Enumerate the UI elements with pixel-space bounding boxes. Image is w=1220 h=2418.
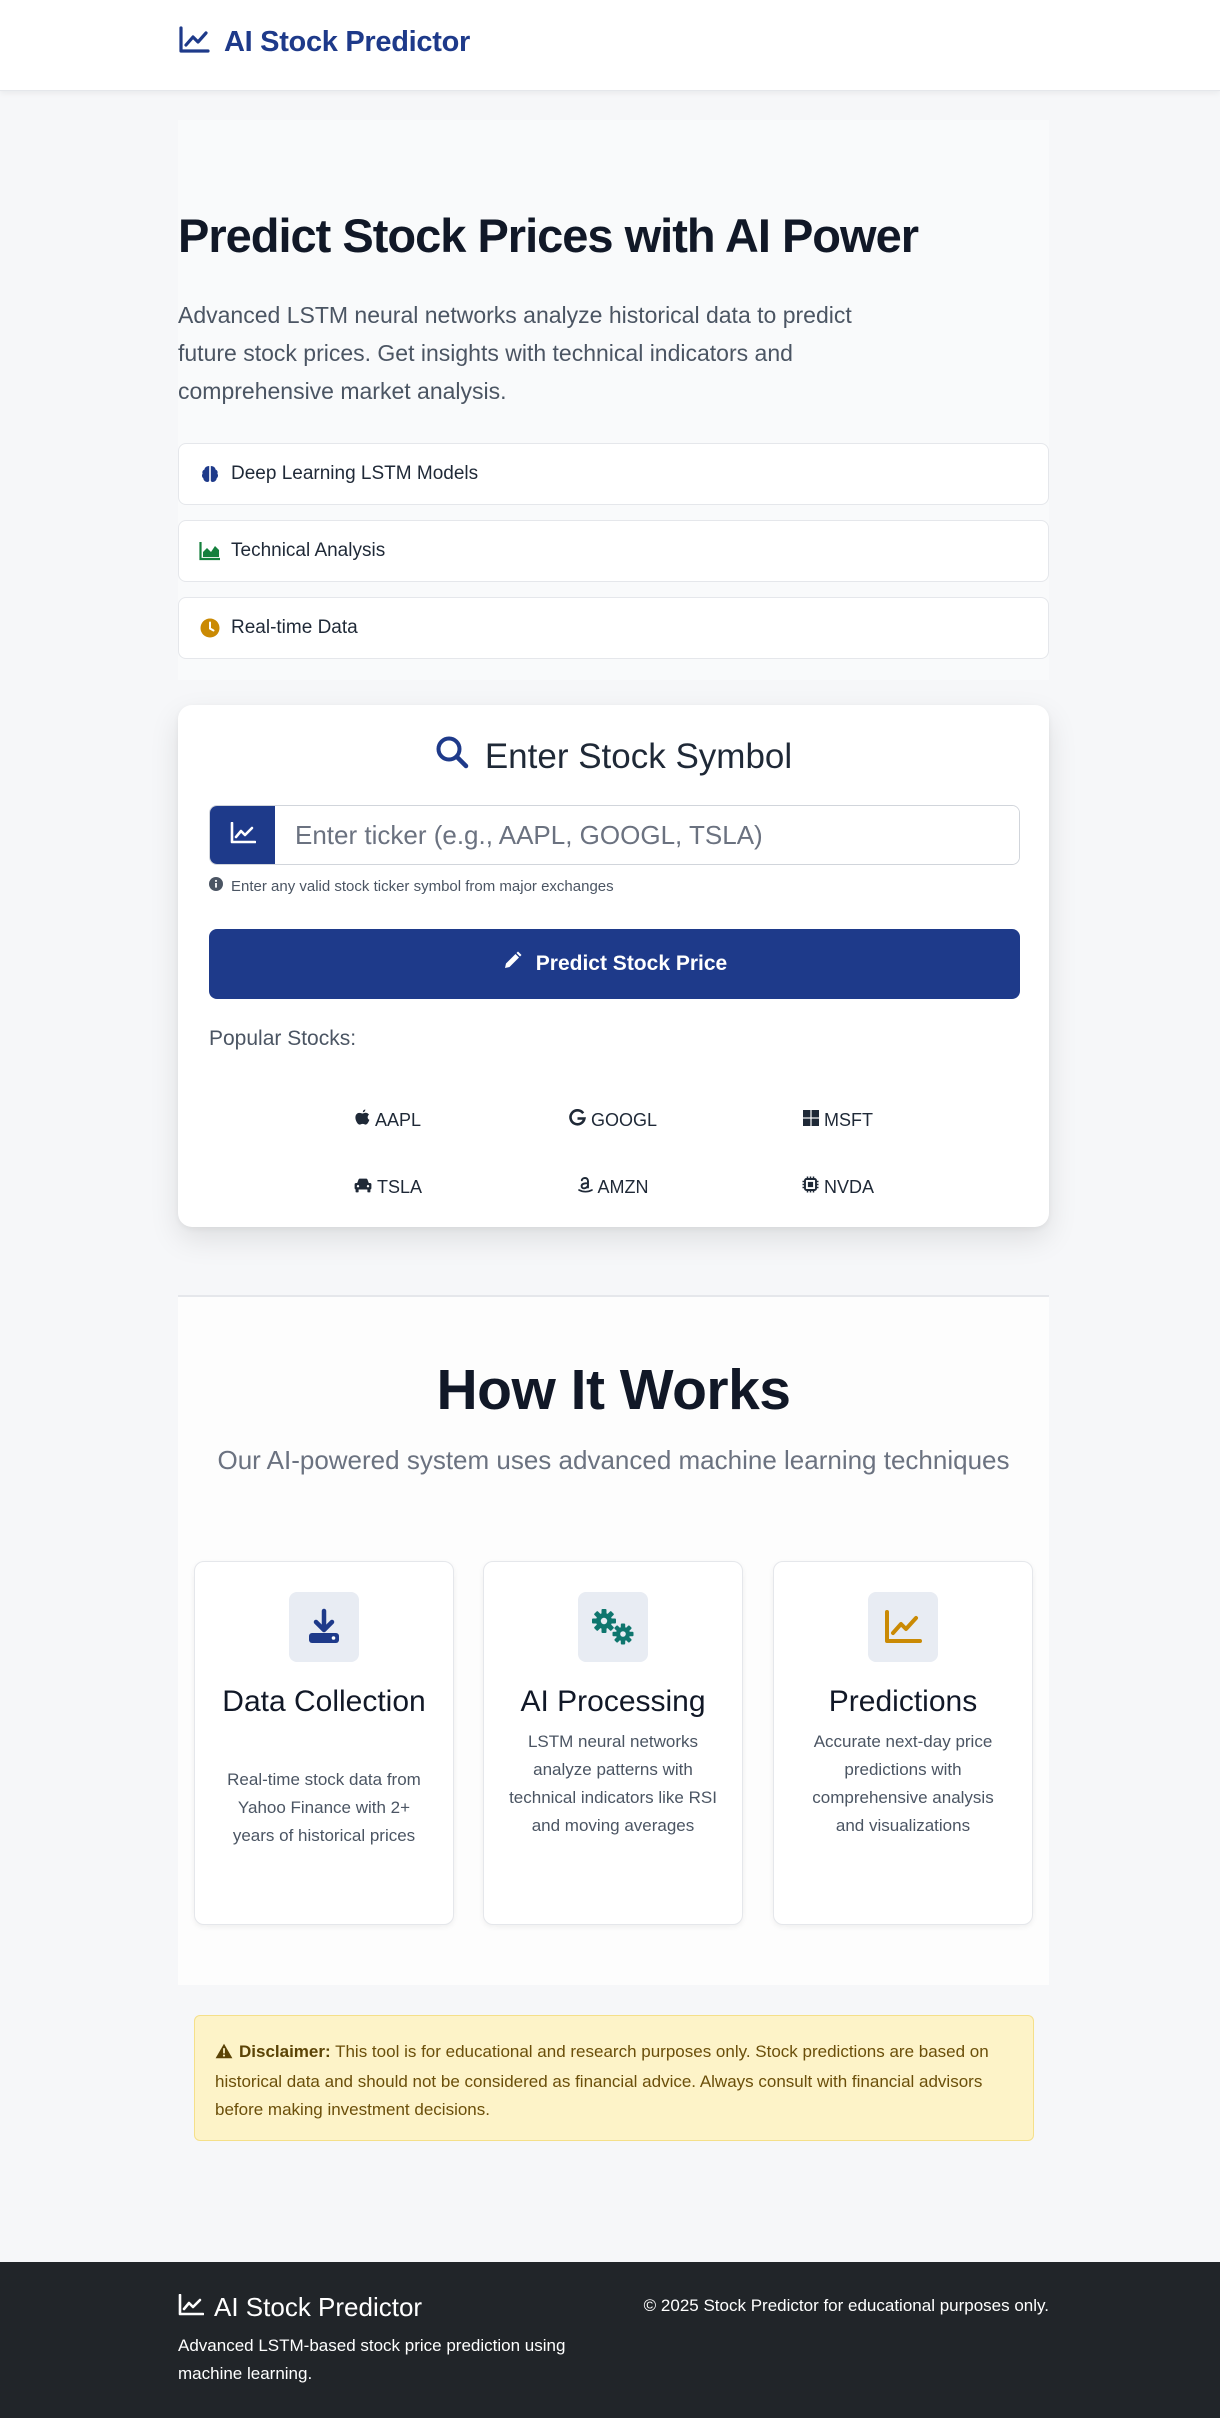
chart-line-icon [178,26,210,59]
hero-description: Advanced LSTM neural networks analyze hi… [178,302,852,404]
step-title: Data Collection [222,1685,426,1718]
step-description: Real-time stock data from Yahoo Finance … [227,1770,421,1845]
stock-symbol: NVDA [823,1176,874,1197]
popular-stock-amzn[interactable]: AMZN [513,1167,713,1207]
feature-realtime-data: Real-time Data [178,597,1049,659]
search-card: Enter Stock Symbol Enter any valid stock… [178,705,1049,1227]
popular-stock-googl[interactable]: GOOGL [513,1100,713,1140]
ticker-input[interactable] [275,806,1019,864]
microchip-icon [802,1176,819,1198]
how-it-works-title: How It Works [436,1358,791,1422]
popular-stock-msft[interactable]: MSFT [738,1100,938,1140]
stock-symbol: AMZN [597,1176,649,1197]
chart-line-icon [868,1592,938,1662]
car-icon [354,1177,372,1198]
footer-copyright: © 2025 Stock Predictor for educational p… [643,2296,1049,2315]
download-icon [289,1592,359,1662]
step-card-ai-processing: AI Processing LSTM neural networks analy… [483,1561,743,1925]
feature-lstm: Deep Learning LSTM Models [178,443,1049,505]
feature-label: Real-time Data [231,617,358,638]
search-icon [435,735,469,778]
stock-symbol: TSLA [376,1176,423,1197]
warning-icon [215,2040,233,2068]
ticker-input-group [209,805,1020,865]
chart-line-icon [178,2292,205,2323]
feature-technical-analysis: Technical Analysis [178,520,1049,582]
footer-brand: AI Stock Predictor [178,2292,422,2323]
chart-area-icon [199,540,221,562]
windows-icon [803,1109,819,1131]
how-it-works-section: How It Works Our AI-powered system uses … [178,1297,1049,1985]
popular-stocks-label: Popular Stocks: [209,1027,357,1050]
chart-line-icon [230,821,256,849]
google-icon [569,1108,586,1131]
navbar-brand[interactable]: AI Stock Predictor [178,26,470,59]
gears-icon [578,1592,648,1662]
ticker-prefix [210,806,275,864]
step-title: Predictions [828,1685,978,1718]
footer-description: Advanced LSTM-based stock price predicti… [178,2336,566,2383]
amazon-icon [577,1176,593,1198]
predict-button[interactable]: Predict Stock Price [209,929,1020,999]
feature-label: Technical Analysis [231,540,386,561]
stock-symbol: AAPL [374,1109,422,1130]
navbar: AI Stock Predictor [0,0,1220,91]
predict-button-label: Predict Stock Price [535,952,728,975]
how-it-works-subtitle: Our AI-powered system uses advanced mach… [217,1445,1010,1475]
clock-icon [199,617,221,639]
disclaimer-label: Disclaimer: [239,2042,331,2061]
popular-stock-aapl[interactable]: AAPL [288,1100,488,1140]
feature-label: Deep Learning LSTM Models [231,463,479,484]
popular-stock-nvda[interactable]: NVDA [738,1167,938,1207]
apple-icon [355,1109,370,1131]
hero-section: Predict Stock Prices with AI Power Advan… [178,120,1049,680]
pencil-icon [502,951,522,977]
step-description: LSTM neural networks analyze patterns wi… [509,1732,717,1835]
navbar-brand-label: AI Stock Predictor [224,26,470,58]
step-card-data-collection: Data Collection Real-time stock data fro… [194,1561,454,1925]
hint-text: Enter any valid stock ticker symbol from… [231,877,614,895]
stock-symbol: MSFT [824,1109,873,1130]
stock-symbol: GOOGL [590,1109,657,1130]
hero-title: Predict Stock Prices with AI Power [178,209,919,262]
step-description: Accurate next-day price predictions with… [812,1732,994,1835]
step-card-predictions: Predictions Accurate next-day price pred… [773,1561,1033,1925]
brain-icon [199,463,221,485]
ticker-hint: Enter any valid stock ticker symbol from… [209,877,614,895]
disclaimer-text: This tool is for educational and researc… [215,2042,989,2119]
step-title: AI Processing [520,1685,706,1718]
info-icon [209,877,223,895]
disclaimer-alert: Disclaimer: This tool is for educational… [194,2015,1034,2141]
search-title-label: Enter Stock Symbol [484,736,793,776]
search-card-title: Enter Stock Symbol [178,735,1049,778]
footer: AI Stock Predictor Advanced LSTM-based s… [0,2262,1220,2418]
footer-brand-label: AI Stock Predictor [214,2292,423,2322]
popular-stock-tsla[interactable]: TSLA [288,1167,488,1207]
